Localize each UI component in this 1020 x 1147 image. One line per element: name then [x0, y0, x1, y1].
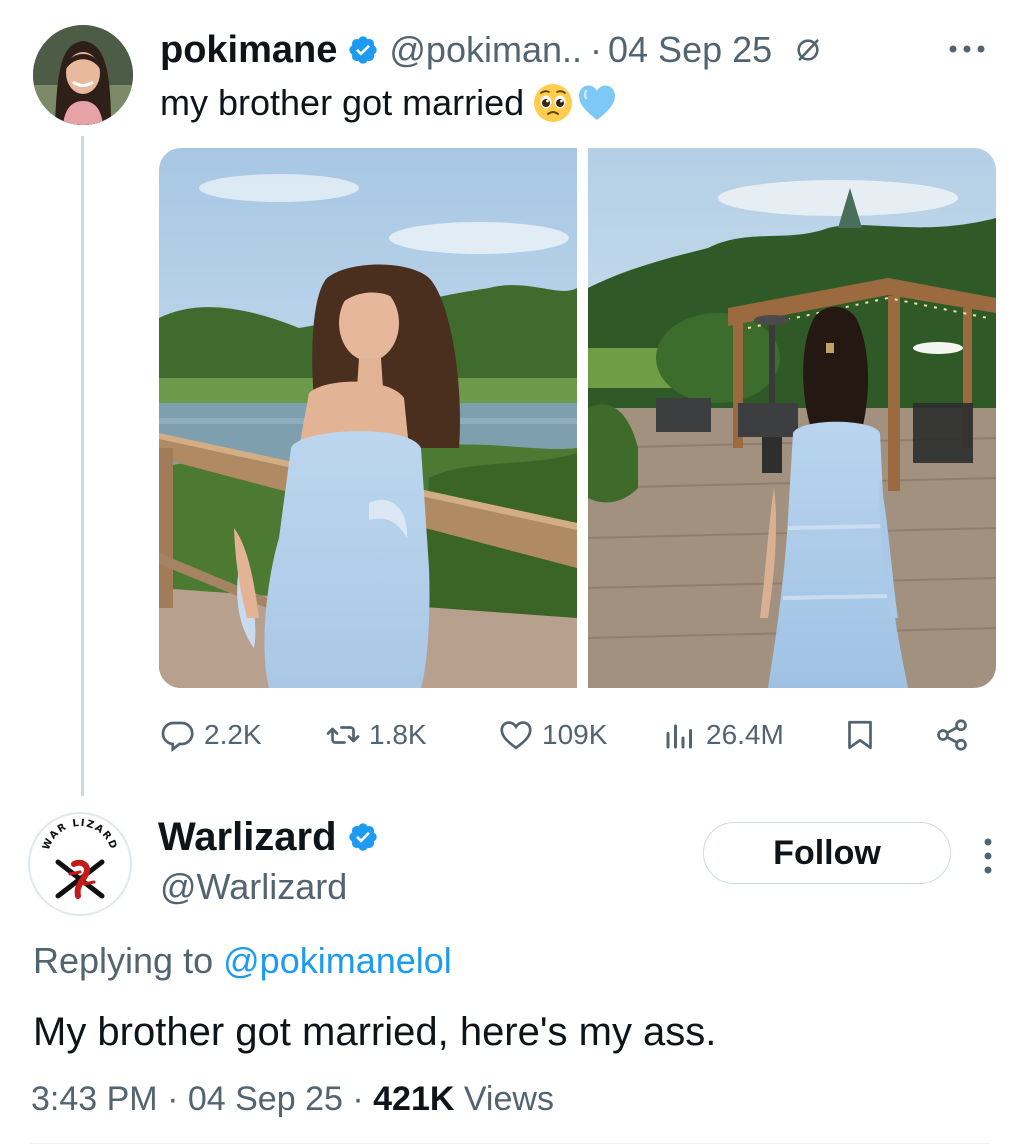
reply-author-name[interactable]: Warlizard [158, 815, 337, 860]
meta-separator: · [352, 1080, 364, 1118]
replying-prefix: Replying to [33, 940, 214, 981]
repost-icon [326, 726, 360, 744]
avatar-warlizard[interactable]: WAR LIZARD [28, 812, 132, 916]
reply-meta: 3:43 PM · 04 Sep 25 · 421K Views [31, 1080, 554, 1119]
like-icon [500, 721, 532, 750]
like-button[interactable]: 109K [498, 712, 607, 758]
divider [30, 1143, 990, 1144]
thread-line [81, 136, 84, 796]
reply-header: Warlizard [158, 815, 389, 859]
tweet-body: my brother got married [160, 82, 525, 123]
pleading-face-icon [534, 84, 573, 122]
meta-separator: · [167, 1080, 179, 1118]
verified-badge-icon [348, 823, 377, 851]
reply-views-count: 421K [373, 1080, 455, 1118]
tweet-text: my brother got married [160, 82, 618, 124]
replying-to: Replying to @pokimanelol [33, 940, 452, 982]
views-button[interactable]: 26.4M [662, 712, 784, 758]
tweet-image-1[interactable] [159, 148, 577, 688]
author-handle[interactable]: @pokiman.. [389, 29, 582, 71]
follow-button[interactable]: Follow [703, 822, 951, 884]
reply-count: 2.2K [204, 719, 262, 750]
author-name[interactable]: pokimane [160, 29, 337, 72]
share-icon [937, 719, 967, 751]
reply-author-handle[interactable]: @Warlizard [160, 866, 347, 908]
reply-body: My brother got married, here's my ass. [33, 1010, 717, 1054]
reply-button[interactable]: 2.2K [160, 712, 262, 758]
more-horizontal-icon[interactable] [947, 42, 987, 56]
avatar-text: WAR LIZARD [41, 818, 117, 852]
repost-button[interactable]: 1.8K [325, 712, 427, 758]
light-blue-heart-icon [579, 85, 616, 120]
views-count: 26.4M [706, 719, 784, 750]
reply-time[interactable]: 3:43 PM [31, 1080, 158, 1118]
avatar-pokimane[interactable] [33, 25, 133, 125]
bookmark-button[interactable] [842, 712, 886, 758]
tweet-date[interactable]: 04 Sep 25 [608, 29, 772, 71]
reply-icon [161, 721, 194, 753]
reply-date[interactable]: 04 Sep 25 [188, 1080, 343, 1118]
replying-handle-link[interactable]: @pokimanelol [223, 940, 452, 981]
like-count: 109K [542, 719, 608, 750]
share-button[interactable] [934, 712, 978, 758]
views-icon [666, 724, 692, 749]
tweet-image-2[interactable] [588, 148, 996, 688]
bookmark-icon [848, 720, 872, 750]
grok-icon[interactable] [794, 36, 822, 64]
tweet-header: pokimane @pokiman.. · 04 Sep 25 [160, 28, 822, 72]
reply-views-label: Views [463, 1080, 554, 1118]
svg-text:WAR LIZARD: WAR LIZARD [41, 818, 119, 852]
more-vertical-icon[interactable] [981, 836, 995, 876]
tweet-action-bar: 2.2K 1.8K 109K 26.4M [160, 712, 980, 758]
verified-badge-icon [349, 36, 378, 64]
repost-count: 1.8K [369, 719, 427, 750]
separator-dot: · [590, 29, 603, 70]
